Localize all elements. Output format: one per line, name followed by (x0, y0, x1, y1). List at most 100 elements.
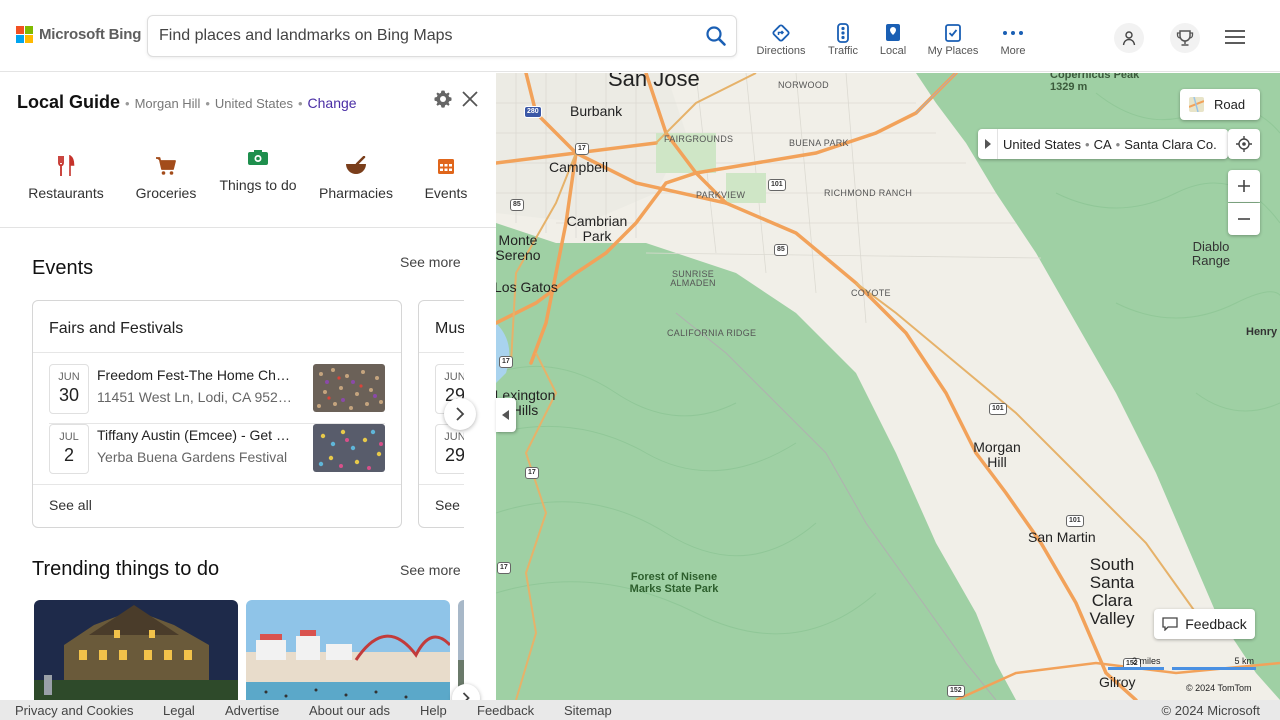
chevron-right-icon (462, 692, 470, 700)
close-icon[interactable] (460, 89, 480, 109)
trending-see-more-link[interactable]: See more (400, 562, 461, 578)
footer-link-help[interactable]: Help (420, 703, 447, 718)
map-label-city: Monte Sereno (496, 232, 541, 263)
footer-link-legal[interactable]: Legal (163, 703, 195, 718)
collapse-panel-button[interactable] (496, 398, 516, 432)
map-label-peak-elevation: 1329 m (1050, 81, 1088, 93)
map-scale-bar: 2 miles 5 km (1108, 656, 1258, 674)
calendar-icon (438, 159, 454, 174)
settings-gear-icon[interactable] (433, 89, 453, 109)
search-icon[interactable] (705, 25, 727, 47)
event-month: JUL (59, 431, 79, 443)
map-label-city: Campbell (549, 159, 609, 175)
breadcrumb-country[interactable]: United States (1003, 137, 1081, 152)
event-address: Yerba Buena Gardens Festival (97, 449, 288, 465)
zoom-in-button[interactable] (1228, 170, 1260, 202)
carousel-clip-mask (464, 253, 496, 700)
account-button[interactable] (1114, 23, 1144, 53)
event-card-fairs-festivals[interactable]: Fairs and Festivals JUN 30 Freedom Fest-… (32, 300, 402, 528)
category-events[interactable]: Events (414, 153, 478, 201)
event-thumbnail-festival-image[interactable] (313, 424, 385, 472)
bing-logo[interactable]: Microsoft Bing (16, 26, 141, 43)
caret-left-icon (502, 410, 509, 420)
map-feedback-button[interactable]: Feedback (1154, 609, 1255, 639)
category-restaurants[interactable]: Restaurants (18, 153, 114, 201)
location-city: Morgan Hill (134, 96, 201, 111)
my-places-icon (945, 24, 961, 42)
mortar-pestle-icon (346, 156, 366, 174)
map-label-city: Morgan Hill (973, 439, 1021, 470)
highway-shield: 85 (510, 199, 524, 211)
category-row: Restaurants Groceries Things to do Pharm… (0, 147, 496, 227)
see-all-link[interactable]: See all (49, 497, 92, 513)
event-month: JUN (58, 371, 80, 383)
map-label-terrain: Diablo Range (1191, 239, 1231, 268)
rewards-button[interactable] (1170, 23, 1200, 53)
footer-link-feedback[interactable]: Feedback (477, 703, 534, 718)
map-label-city: Gilroy (1099, 674, 1136, 690)
nav-directions[interactable]: Directions (751, 22, 811, 57)
see-all-link[interactable]: See (435, 497, 460, 513)
trending-section-title: Trending things to do (32, 558, 220, 580)
trophy-icon (1176, 30, 1194, 46)
local-guide-panel: Local Guide • Morgan Hill • United State… (0, 73, 496, 700)
more-icon (1003, 31, 1023, 35)
event-title[interactable]: Freedom Fest-The Home Ch… (97, 367, 293, 383)
event-date-badge: JUN 30 (49, 364, 89, 414)
highway-shield: 85 (774, 244, 788, 256)
event-address: 11451 West Ln, Lodi, CA 952… (97, 389, 292, 405)
map-style-road-button[interactable]: Road (1180, 89, 1260, 120)
map-canvas[interactable]: San Jose Burbank Campbell Cambrian Park … (496, 73, 1280, 700)
traffic-icon (837, 23, 849, 43)
location-country: United States (214, 96, 293, 111)
nav-local[interactable]: Local (863, 22, 923, 57)
category-groceries[interactable]: Groceries (126, 153, 206, 201)
separator-dot: • (205, 96, 210, 111)
menu-button[interactable] (1224, 28, 1246, 46)
breadcrumb-state[interactable]: CA (1094, 137, 1112, 152)
zoom-out-button[interactable] (1228, 203, 1260, 235)
caret-right-icon (984, 139, 991, 149)
map-label-neighborhood: CALIFORNIA RIDGE (667, 328, 757, 338)
event-item[interactable]: JUL 2 Tiffany Austin (Emcee) - Get F… Ye… (49, 424, 385, 474)
event-thumbnail-crowd-image[interactable] (313, 364, 385, 412)
scale-metric-label: 5 km (1234, 656, 1254, 666)
highway-shield: 17 (575, 143, 589, 155)
event-title[interactable]: Tiffany Austin (Emcee) - Get F… (97, 427, 293, 443)
event-card-title: Fairs and Festivals (49, 320, 184, 337)
category-label: Things to do (219, 177, 297, 193)
event-item[interactable]: JUN 30 Freedom Fest-The Home Ch… 11451 W… (49, 364, 385, 414)
locate-me-button[interactable] (1228, 129, 1260, 159)
category-things-to-do[interactable]: Things to do (218, 145, 298, 193)
shopping-cart-icon (156, 157, 176, 175)
highway-shield: 101 (768, 179, 786, 191)
map-label-region: South Santa Clara Valley (1089, 555, 1135, 628)
breadcrumb-county[interactable]: Santa Clara Co. (1124, 137, 1217, 152)
map-label-city: Los Gatos (496, 279, 558, 295)
footer-link-sitemap[interactable]: Sitemap (564, 703, 612, 718)
footer-link-about-ads[interactable]: About our ads (309, 703, 390, 718)
breadcrumb-expand-button[interactable] (978, 129, 998, 159)
directions-icon (772, 24, 790, 42)
chevron-right-icon (456, 407, 465, 421)
change-location-link[interactable]: Change (308, 95, 357, 111)
map-label-terrain: Henry (1246, 326, 1278, 338)
map-label-city: San Martin (1028, 529, 1096, 545)
events-carousel-next-button[interactable] (444, 398, 476, 430)
search-input[interactable] (159, 25, 679, 47)
separator-dot: • (1115, 136, 1121, 152)
search-box[interactable] (147, 15, 737, 57)
footer-link-advertise[interactable]: Advertise (225, 703, 279, 718)
event-day: 2 (63, 445, 74, 465)
divider (33, 352, 401, 353)
trending-card-boardwalk-image[interactable] (246, 600, 450, 700)
minus-icon (1238, 218, 1250, 220)
nav-my-places[interactable]: My Places (923, 22, 983, 57)
footer-link-privacy[interactable]: Privacy and Cookies (15, 703, 134, 718)
trending-card-mansion-image[interactable] (34, 600, 238, 700)
nav-more[interactable]: More (983, 22, 1043, 57)
events-see-more-link[interactable]: See more (400, 254, 461, 270)
scale-imperial-bar (1108, 667, 1164, 670)
brand-name: Microsoft Bing (39, 26, 142, 43)
category-pharmacies[interactable]: Pharmacies (306, 153, 406, 201)
